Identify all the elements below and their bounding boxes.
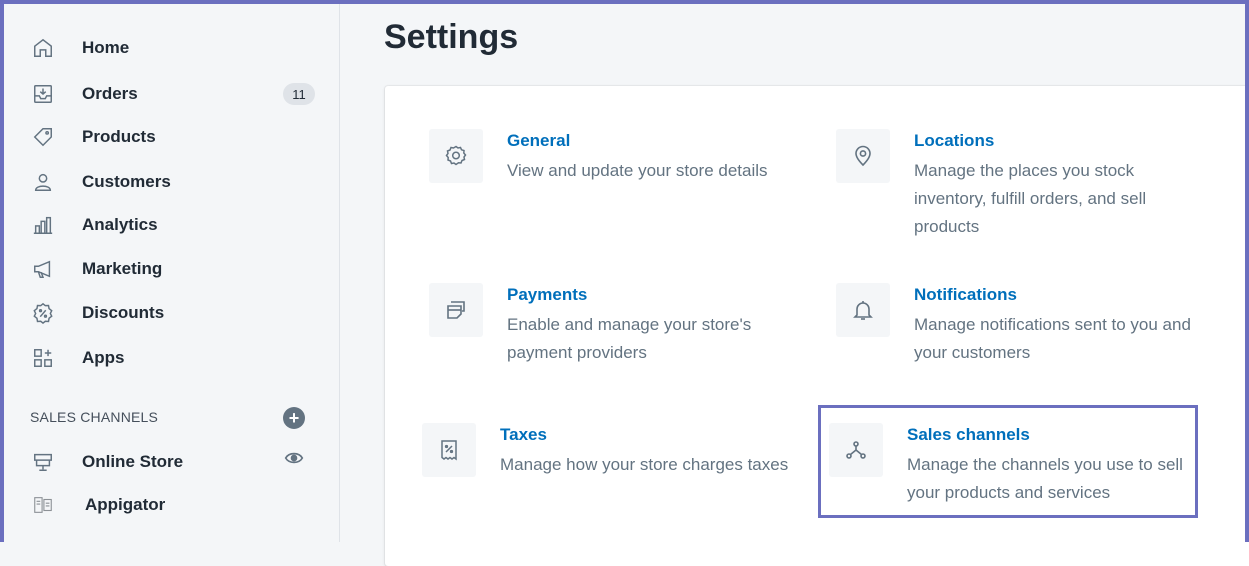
sidebar-item-label: Home: [82, 38, 130, 57]
setting-description: Manage the channels you use to sell your…: [907, 455, 1183, 502]
sidebar-item-label: Online Store: [82, 452, 184, 471]
setting-locations[interactable]: Locations Manage the places you stock in…: [836, 129, 1196, 249]
person-icon: [30, 169, 56, 195]
sales-channels-heading: SALES CHANNELS: [30, 409, 159, 425]
page-title: Settings: [384, 18, 519, 56]
gear-icon: [429, 129, 483, 183]
sidebar-item-label: Appigator: [85, 495, 166, 514]
orders-icon: [30, 81, 56, 107]
sidebar-item-label: Customers: [82, 172, 171, 191]
setting-title: Locations: [914, 131, 995, 150]
sales-channels-icon: [829, 423, 883, 477]
sidebar-item-online-store[interactable]: Online Store: [30, 447, 330, 477]
tax-receipt-icon: [422, 423, 476, 477]
setting-description: Manage the places you stock inventory, f…: [914, 161, 1147, 236]
tag-icon: [30, 124, 56, 150]
sidebar-item-orders[interactable]: Orders 11: [30, 79, 330, 109]
sidebar: Home Orders 11 Products Customers Analyt…: [0, 0, 340, 542]
sidebar-item-home[interactable]: Home: [30, 33, 330, 63]
sidebar-item-label: Marketing: [82, 259, 163, 278]
setting-title: Payments: [507, 285, 588, 304]
sidebar-item-discounts[interactable]: Discounts: [30, 298, 330, 328]
sidebar-item-apps[interactable]: Apps: [30, 343, 330, 373]
apps-icon: [30, 345, 56, 371]
sidebar-item-label: Products: [82, 127, 156, 146]
orders-count-badge: 11: [283, 83, 315, 105]
home-icon: [30, 35, 56, 61]
setting-title: Taxes: [500, 425, 547, 444]
setting-title: Notifications: [914, 285, 1017, 304]
setting-description: Manage how your store charges taxes: [500, 455, 789, 474]
setting-description: Manage notifications sent to you and you…: [914, 315, 1191, 362]
store-icon: [30, 449, 56, 475]
sidebar-item-customers[interactable]: Customers: [30, 167, 330, 197]
location-pin-icon: [836, 129, 890, 183]
add-sales-channel-icon[interactable]: +: [283, 407, 305, 429]
sales-channels-header: SALES CHANNELS +: [30, 407, 320, 429]
eye-icon[interactable]: [283, 447, 305, 469]
bell-icon: [836, 283, 890, 337]
sidebar-item-appigator[interactable]: Appigator: [30, 490, 330, 520]
sidebar-item-label: Apps: [82, 348, 125, 367]
sidebar-item-analytics[interactable]: Analytics: [30, 210, 330, 240]
setting-title: Sales channels: [907, 425, 1030, 444]
setting-description: View and update your store details: [507, 161, 768, 180]
setting-taxes[interactable]: Taxes Manage how your store charges taxe…: [422, 423, 788, 513]
sidebar-item-label: Analytics: [82, 215, 158, 234]
setting-notifications[interactable]: Notifications Manage notifications sent …: [836, 283, 1196, 373]
sidebar-item-products[interactable]: Products: [30, 122, 330, 152]
sidebar-item-label: Discounts: [82, 303, 165, 322]
payments-icon: [429, 283, 483, 337]
setting-title: General: [507, 131, 571, 150]
discount-icon: [30, 300, 56, 326]
setting-general[interactable]: General View and update your store detai…: [429, 129, 789, 219]
appigator-icon: [30, 492, 56, 518]
setting-payments[interactable]: Payments Enable and manage your store's …: [429, 283, 789, 373]
sidebar-item-marketing[interactable]: Marketing: [30, 254, 330, 284]
megaphone-icon: [30, 256, 56, 282]
setting-description: Enable and manage your store's payment p…: [507, 315, 752, 362]
setting-sales-channels[interactable]: Sales channels Manage the channels you u…: [829, 423, 1189, 513]
bar-chart-icon: [30, 212, 56, 238]
sidebar-item-label: Orders: [82, 84, 138, 103]
settings-card: General View and update your store detai…: [385, 86, 1249, 566]
